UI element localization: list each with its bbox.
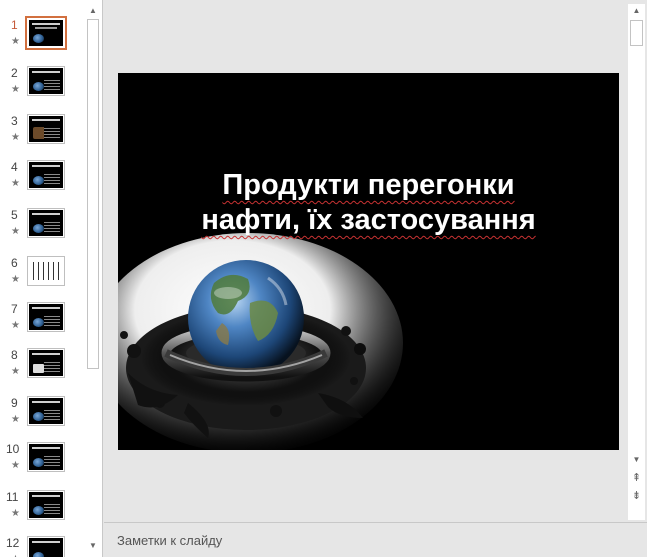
animation-star-icon: ★ xyxy=(11,36,20,47)
slide-number: 7 xyxy=(11,302,18,316)
thumbnail-slide-8[interactable]: 8 ★ xyxy=(0,348,86,394)
thumbnail-slide-6[interactable]: 6 ★ xyxy=(0,256,86,302)
current-slide[interactable]: Продукти перегонки нафти, їх застосуванн… xyxy=(118,73,619,450)
animation-star-icon: ★ xyxy=(11,414,20,425)
slide-number: 6 xyxy=(11,256,18,270)
thumbnail-slide-4[interactable]: 4 ★ xyxy=(0,160,86,206)
thumbnail-slide-2[interactable]: 2 ★ xyxy=(0,66,86,112)
animation-star-icon: ★ xyxy=(11,508,20,519)
slide-thumbnail-image[interactable] xyxy=(27,348,65,378)
slide-scrollbar[interactable]: ▲ ▼ ⇞ ⇟ xyxy=(628,4,645,520)
slide-thumbnail-image[interactable] xyxy=(27,396,65,426)
thumbnail-slide-1[interactable]: 1 ★ xyxy=(0,16,86,64)
animation-star-icon: ★ xyxy=(11,226,20,237)
slide-number: 4 xyxy=(11,160,18,174)
notes-placeholder[interactable]: Заметки к слайду xyxy=(117,533,222,548)
notes-pane[interactable]: Заметки к слайду xyxy=(104,522,647,557)
slide-thumbnail-image[interactable] xyxy=(27,536,65,557)
slide-number: 2 xyxy=(11,66,18,80)
thumbnail-slide-9[interactable]: 9 ★ xyxy=(0,396,86,442)
slide-thumbnail-image[interactable] xyxy=(25,16,67,50)
scroll-down-arrow-icon[interactable]: ▼ xyxy=(628,453,645,467)
slide-number: 9 xyxy=(11,396,18,410)
thumbnail-slide-11[interactable]: 11 ★ xyxy=(0,490,86,536)
animation-star-icon: ★ xyxy=(11,320,20,331)
animation-star-icon: ★ xyxy=(11,84,20,95)
slide-number: 8 xyxy=(11,348,18,362)
slide-thumbnail-image[interactable] xyxy=(27,302,65,332)
slide-number: 1 xyxy=(11,18,18,32)
slide-number: 3 xyxy=(11,114,18,128)
slide-number: 5 xyxy=(11,208,18,222)
thumbnail-slide-12[interactable]: 12 ★ xyxy=(0,536,86,557)
thumbnail-scrollbar[interactable]: ▲ ▼ xyxy=(85,4,101,553)
slide-thumbnail-image[interactable] xyxy=(27,160,65,190)
animation-star-icon: ★ xyxy=(11,178,20,189)
powerpoint-editor: 1 ★ 2 ★ 3 ★ 4 ★ 5 ★ 6 ★ 7 ★ 8 ★ 9 ★ 10 ★… xyxy=(0,0,647,557)
previous-slide-icon[interactable]: ⇞ xyxy=(628,471,645,485)
slide-thumbnail-image[interactable] xyxy=(27,490,65,520)
title-line-1: Продукти перегонки xyxy=(222,169,515,201)
animation-star-icon: ★ xyxy=(11,460,20,471)
slide-thumbnail-image[interactable] xyxy=(27,256,65,286)
slide-thumbnail-image[interactable] xyxy=(27,442,65,472)
scrollbar-thumb[interactable] xyxy=(630,20,643,46)
next-slide-icon[interactable]: ⇟ xyxy=(628,489,645,503)
animation-star-icon: ★ xyxy=(11,132,20,143)
title-line-2: нафти, їх застосування xyxy=(201,204,536,236)
thumbnail-slide-10[interactable]: 10 ★ xyxy=(0,442,86,488)
slide-thumbnail-pane: 1 ★ 2 ★ 3 ★ 4 ★ 5 ★ 6 ★ 7 ★ 8 ★ 9 ★ 10 ★… xyxy=(0,0,103,557)
animation-star-icon: ★ xyxy=(11,366,20,377)
slide-thumbnail-image[interactable] xyxy=(27,114,65,144)
scroll-up-arrow-icon[interactable]: ▲ xyxy=(85,4,101,18)
slide-thumbnail-image[interactable] xyxy=(27,208,65,238)
slide-number: 10 xyxy=(6,442,20,456)
globe-oil-splash-image xyxy=(118,233,403,450)
thumbnail-slide-7[interactable]: 7 ★ xyxy=(0,302,86,348)
thumbnail-slide-5[interactable]: 5 ★ xyxy=(0,208,86,254)
slide-number: 12 xyxy=(6,536,20,550)
scroll-down-arrow-icon[interactable]: ▼ xyxy=(85,539,101,553)
scroll-up-arrow-icon[interactable]: ▲ xyxy=(628,4,645,18)
thumbnail-slide-3[interactable]: 3 ★ xyxy=(0,114,86,160)
slide-number: 11 xyxy=(6,490,19,504)
scrollbar-thumb[interactable] xyxy=(87,19,99,369)
slide-title[interactable]: Продукти перегонки нафти, їх застосуванн… xyxy=(118,168,619,238)
slide-thumbnail-image[interactable] xyxy=(27,66,65,96)
animation-star-icon: ★ xyxy=(11,274,20,285)
